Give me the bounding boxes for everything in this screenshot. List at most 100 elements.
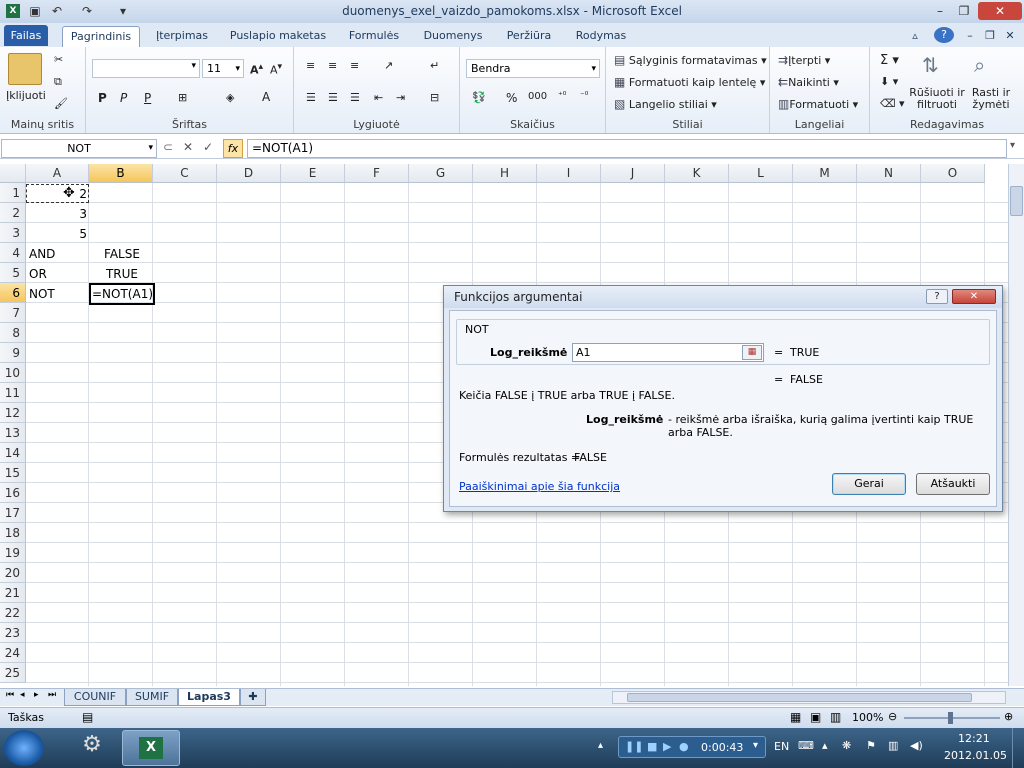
zoom-slider-thumb[interactable] [948,712,953,724]
sheet-tab-countif[interactable]: COUNIF [64,689,126,706]
media-app-icon[interactable]: ⚙ [72,732,112,764]
column-header-H[interactable]: H [473,164,537,183]
cell-A6[interactable]: NOT [26,284,90,304]
column-header-D[interactable]: D [217,164,281,183]
excel-taskbar-button[interactable]: X [122,730,180,766]
find-select-button[interactable]: Rasti ir žymėti [966,87,1016,111]
recorder-stop-icon[interactable]: ■ [647,740,657,753]
ok-button[interactable]: Gerai [832,473,906,495]
font-size-input[interactable]: 11 ▾ [202,59,244,78]
number-format-select[interactable]: Bendra ▾ [466,59,600,78]
underline-button[interactable]: P [144,91,151,105]
autosum-icon[interactable]: Σ ▾ [880,53,899,68]
cell-A1[interactable]: 2 [26,184,90,204]
cell-A5[interactable]: OR [26,264,90,284]
comma-style-icon[interactable]: 000 [528,91,547,102]
action-center-icon[interactable]: ⚑ [866,739,876,752]
tab-insert[interactable]: Įterpimas [150,26,214,47]
row-header-13[interactable]: 13 [0,423,26,443]
tab-page-layout[interactable]: Puslapio maketas [226,26,330,47]
horizontal-scrollbar[interactable] [612,691,1006,704]
increase-indent-icon[interactable]: ⇥ [396,91,405,104]
enter-icon[interactable]: ✓ [203,140,213,154]
row-header-16[interactable]: 16 [0,483,26,503]
cancel-button[interactable]: Atšaukti [916,473,990,495]
last-sheet-icon[interactable]: ⏭ [48,690,56,700]
conditional-formatting-button[interactable]: ▤ Sąlyginis formatavimas ▾ [614,53,767,67]
clear-icon[interactable]: ⌫ ▾ [880,97,905,110]
workbook-close-icon[interactable]: ✕ [1002,26,1018,47]
clock-time[interactable]: 12:21 [958,732,990,745]
column-header-I[interactable]: I [537,164,601,183]
help-on-function-link[interactable]: Paaiškinimai apie šia funkcija [459,480,620,493]
cell-A4[interactable]: AND [26,244,90,264]
row-header-22[interactable]: 22 [0,603,26,623]
sort-filter-icon[interactable]: ⇅ [922,53,939,77]
format-painter-icon[interactable]: 🖌 [54,97,68,110]
row-header-6[interactable]: 6 [0,283,26,303]
row-header-5[interactable]: 5 [0,263,26,283]
normal-view-icon[interactable]: ▦ [790,710,801,724]
fill-color-icon[interactable]: ◈ [226,91,234,104]
expand-formula-icon[interactable]: ▾ [1010,140,1015,151]
tab-view[interactable]: Rodymas [570,26,632,47]
increase-decimal-icon[interactable]: ⁺⁰ [558,91,566,101]
column-header-K[interactable]: K [665,164,729,183]
find-select-icon[interactable]: ⌕ [974,53,985,77]
recorder-expand-icon[interactable]: ▴ [598,740,603,751]
prev-sheet-icon[interactable]: ◂ [20,690,25,700]
row-header-8[interactable]: 8 [0,323,26,343]
row-header-1[interactable]: 1 [0,183,26,203]
column-header-B[interactable]: B [89,164,153,183]
tab-data[interactable]: Duomenys [418,26,488,47]
column-header-G[interactable]: G [409,164,473,183]
column-header-O[interactable]: O [921,164,985,183]
column-header-A[interactable]: A [26,164,89,183]
currency-icon[interactable]: 💱 [472,91,486,104]
align-center-icon[interactable]: ☰ [328,91,338,104]
sheet-tab-lapas3[interactable]: Lapas3 [178,689,240,706]
zoom-out-icon[interactable]: ⊖ [888,710,897,723]
paste-button[interactable]: Įklijuoti [6,89,46,102]
zoom-in-icon[interactable]: ⊕ [1004,710,1013,723]
row-header-11[interactable]: 11 [0,383,26,403]
cell-B6-active[interactable]: =NOT(A1) [89,283,155,305]
horizontal-scroll-thumb[interactable] [627,693,972,702]
page-layout-view-icon[interactable]: ▣ [810,710,821,724]
language-indicator[interactable]: EN [774,740,789,753]
workbook-restore-icon[interactable]: ❐ [982,26,998,47]
column-header-M[interactable]: M [793,164,857,183]
row-header-10[interactable]: 10 [0,363,26,383]
row-header-18[interactable]: 18 [0,523,26,543]
percent-icon[interactable]: % [506,91,517,105]
row-header-21[interactable]: 21 [0,583,26,603]
merge-center-icon[interactable]: ⊟ [430,91,439,104]
delete-cells-button[interactable]: ⇇Naikinti ▾ [778,75,839,89]
fill-icon[interactable]: ⬇ ▾ [880,75,898,88]
recorder-camera-icon[interactable]: ● [679,740,689,753]
row-header-15[interactable]: 15 [0,463,26,483]
select-all-corner[interactable] [0,164,26,183]
tab-file[interactable]: Failas [4,25,48,46]
insert-cells-button[interactable]: ⇉Įterpti ▾ [778,53,830,67]
italic-button[interactable]: P [120,91,127,105]
paste-icon[interactable] [8,53,42,85]
column-header-E[interactable]: E [281,164,345,183]
shrink-font-icon[interactable]: A▾ [270,61,282,77]
row-header-7[interactable]: 7 [0,303,26,323]
align-top-icon[interactable]: ≡ [306,59,315,72]
show-desktop-button[interactable] [1012,728,1024,768]
cancel-icon[interactable]: ✕ [183,140,193,154]
macro-record-icon[interactable]: ▤ [82,710,93,724]
row-header-14[interactable]: 14 [0,443,26,463]
row-header-24[interactable]: 24 [0,643,26,663]
new-sheet-icon[interactable]: ✚ [240,689,266,706]
volume-icon[interactable]: ◀) [910,739,923,752]
row-header-20[interactable]: 20 [0,563,26,583]
minimize-icon[interactable]: – [928,2,952,20]
close-icon[interactable]: ✕ [978,2,1022,20]
wrap-text-icon[interactable]: ↵ [430,59,439,72]
collapse-dialog-icon[interactable]: ▦ [742,345,762,360]
column-header-J[interactable]: J [601,164,665,183]
format-cells-button[interactable]: ▥Formatuoti ▾ [778,97,858,111]
